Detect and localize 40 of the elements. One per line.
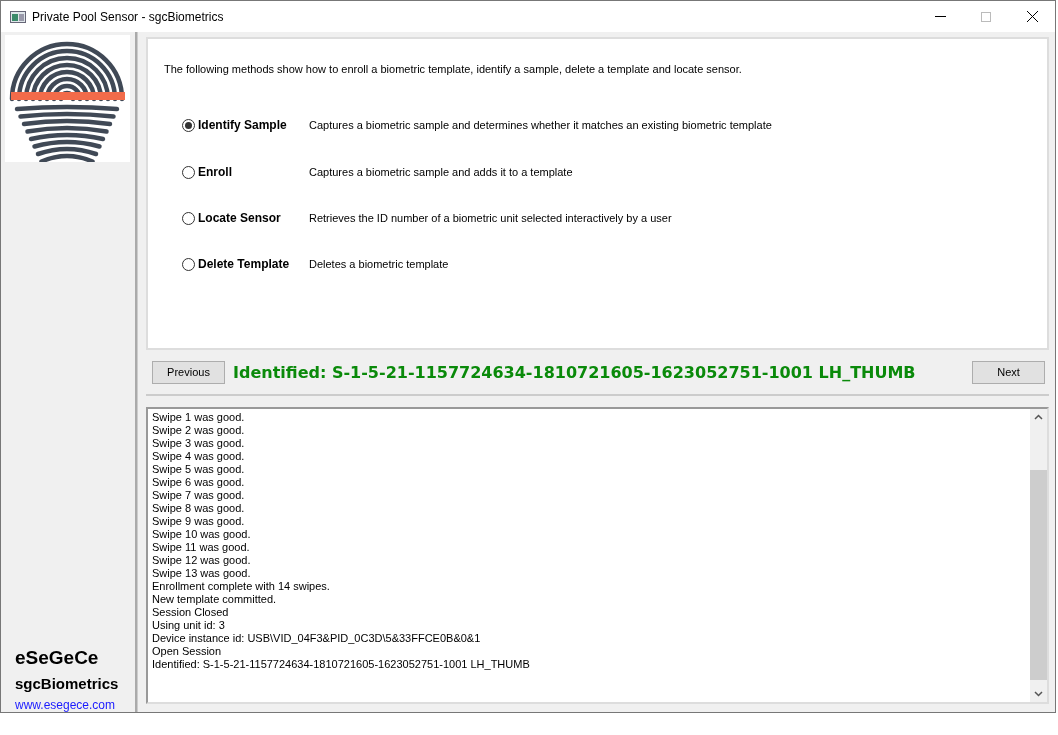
log-line: Session Closed	[152, 606, 230, 619]
method-description: Deletes a biometric template	[309, 258, 449, 270]
next-button[interactable]: Next	[972, 360, 1045, 384]
log-line: Device instance id: USB\VID_04F3&PID_0C3D\5&33FFCE0B&0&1	[152, 632, 482, 645]
app-icon	[10, 10, 26, 23]
log-line: Identified: S-1-5-21-1157724634-1810721605-1623052751-1001 LH_THUMB	[152, 658, 531, 671]
log-line: Using unit id: 3	[152, 619, 226, 632]
window-title: Private Pool Sensor - sgcBiometrics	[32, 9, 225, 24]
product-name: sgcBiometrics	[15, 675, 120, 692]
website-link[interactable]: www.esegece.com	[15, 698, 116, 712]
log-line: Swipe 6 was good.	[152, 476, 246, 489]
scrollbar-thumb[interactable]	[1030, 470, 1047, 680]
method-description: Captures a biometric sample and determines whether it matches an existing biometric template	[309, 119, 772, 131]
company-name: eSeGeCe	[15, 647, 100, 669]
close-icon	[1026, 11, 1038, 22]
log-line: Swipe 8 was good.	[152, 502, 246, 515]
status-text: Identified: S-1-5-21-1157724634-1810721605-1623052751-1001 LH_THUMB	[233, 362, 917, 382]
method-radio[interactable]: Enroll	[182, 165, 309, 179]
log-line: Swipe 3 was good.	[152, 437, 246, 450]
log-line: Swipe 5 was good.	[152, 463, 246, 476]
intro-text: The following methods show how to enroll a biometric template, identify a sample, delete a template and locate sensor.	[164, 63, 743, 75]
log-line: Swipe 12 was good.	[152, 554, 252, 567]
log-line: Swipe 1 was good.	[152, 411, 246, 424]
log-line: Swipe 7 was good.	[152, 489, 246, 502]
method-description: Captures a biometric sample and adds it to a template	[309, 166, 573, 178]
maximize-icon	[981, 11, 991, 22]
log-line: New template committed.	[152, 593, 278, 606]
log-line: Swipe 13 was good.	[152, 567, 252, 580]
method-radio[interactable]: Identify Sample	[182, 118, 309, 132]
log-line: Enrollment complete with 14 swipes.	[152, 580, 331, 593]
log-line: Swipe 9 was good.	[152, 515, 246, 528]
log-line: Swipe 11 was good.	[152, 541, 251, 554]
log-line: Open Session	[152, 645, 223, 658]
previous-button[interactable]: Previous	[152, 360, 225, 384]
log-line: Swipe 10 was good.	[152, 528, 252, 541]
log-line: Swipe 4 was good.	[152, 450, 246, 463]
log-line: Swipe 2 was good.	[152, 424, 246, 437]
method-radio[interactable]: Delete Template	[182, 257, 309, 271]
method-radio[interactable]: Locate Sensor	[182, 211, 309, 225]
method-description: Retrieves the ID number of a biometric unit selected interactively by a user	[309, 212, 672, 224]
